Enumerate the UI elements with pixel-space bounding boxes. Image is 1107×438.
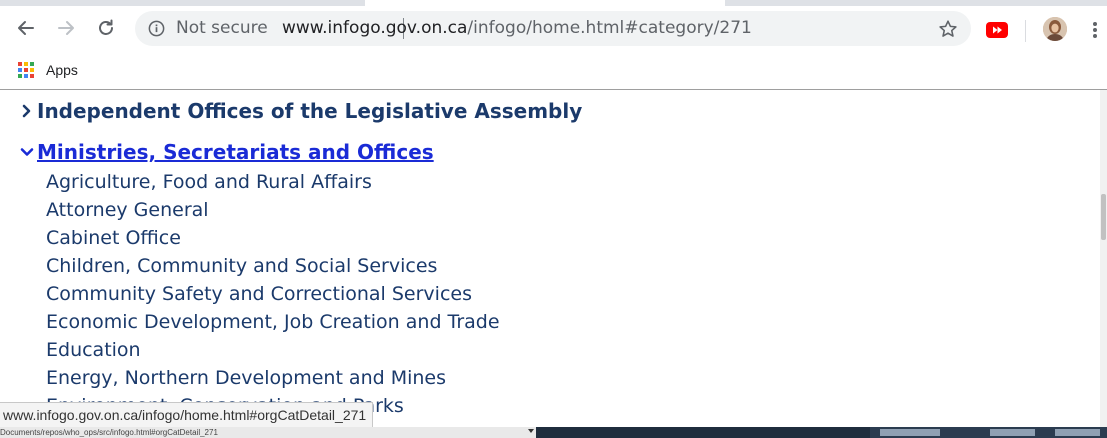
info-icon[interactable] — [147, 19, 166, 38]
ministry-link[interactable]: Energy, Northern Development and Mines — [46, 364, 500, 392]
dropdown-caret-icon[interactable] — [528, 429, 534, 433]
ministry-link[interactable]: Economic Development, Job Creation and T… — [46, 308, 500, 336]
apps-bookmark[interactable]: Apps — [18, 59, 78, 81]
apps-grid-dot — [24, 74, 28, 78]
more-menu-icon[interactable] — [1088, 19, 1102, 41]
back-button[interactable] — [12, 14, 40, 42]
page-scrollbar[interactable] — [1100, 90, 1107, 438]
apps-grid-dot — [24, 68, 28, 72]
scrollbar-thumb[interactable] — [1101, 194, 1106, 240]
os-toolbar-button[interactable] — [880, 429, 940, 436]
apps-label: Apps — [46, 62, 78, 78]
ministry-link[interactable]: Attorney General — [46, 196, 500, 224]
os-path-field[interactable]: Documents/repos/who_ops/src/infogo.html#… — [0, 427, 536, 438]
ministry-link[interactable]: Community Safety and Correctional Servic… — [46, 280, 500, 308]
ministry-link[interactable]: Agriculture, Food and Rural Affairs — [46, 168, 500, 196]
os-path-text: Documents/repos/who_ops/src/infogo.html#… — [0, 428, 218, 437]
apps-grid-dot — [18, 62, 22, 66]
profile-photo-icon — [1043, 17, 1067, 41]
url-path: /infogo/home.html#category/271 — [467, 18, 752, 38]
toolbar-divider — [1025, 20, 1026, 42]
bookmarks-bar: Apps — [0, 52, 1107, 90]
apps-grid-dot — [30, 68, 34, 72]
link-status-bubble: www.infogo.gov.on.ca/infogo/home.html#or… — [0, 402, 374, 428]
section-ministries[interactable]: Ministries, Secretariats and Offices — [20, 140, 434, 164]
reload-button[interactable] — [92, 14, 120, 42]
profile-avatar[interactable] — [1043, 17, 1067, 41]
chevron-down-icon — [20, 148, 34, 156]
security-status[interactable]: Not secure — [176, 18, 268, 38]
forward-button[interactable] — [52, 14, 80, 42]
ministry-link[interactable]: Children, Community and Social Services — [46, 252, 500, 280]
section-label: Ministries, Secretariats and Offices — [37, 140, 434, 164]
os-toolbar-area — [870, 427, 1107, 438]
ministry-link[interactable]: Cabinet Office — [46, 224, 500, 252]
address-bar[interactable]: Not secure www.infogo.gov.on.ca/infogo/h… — [135, 11, 971, 46]
apps-grid-dot — [30, 62, 34, 66]
url-text[interactable]: www.infogo.gov.on.ca/infogo/home.html#ca… — [282, 18, 752, 38]
browser-toolbar: Not secure www.infogo.gov.on.ca/infogo/h… — [0, 6, 1107, 52]
os-toolbar-button[interactable] — [990, 429, 1035, 436]
os-toolbar-button[interactable] — [1055, 429, 1100, 436]
apps-grid-dot — [18, 74, 22, 78]
os-taskbar: Documents/repos/who_ops/src/infogo.html#… — [0, 427, 1107, 438]
apps-grid-dot — [24, 62, 28, 66]
reload-icon — [99, 19, 113, 35]
ministry-link[interactable]: Education — [46, 336, 500, 364]
section-independent-offices[interactable]: Independent Offices of the Legislative A… — [20, 99, 582, 123]
section-label: Independent Offices of the Legislative A… — [37, 99, 583, 123]
chevron-right-icon — [22, 104, 31, 118]
youtube-extension-icon[interactable] — [986, 22, 1008, 38]
page-content: Independent Offices of the Legislative A… — [0, 90, 1100, 438]
forward-arrow-icon — [58, 21, 74, 35]
apps-grid-dot — [18, 68, 22, 72]
apps-grid-icon — [18, 62, 34, 78]
back-arrow-icon — [18, 21, 34, 35]
bookmark-star-icon[interactable] — [937, 18, 959, 40]
ministry-list: Agriculture, Food and Rural Affairs Atto… — [46, 168, 500, 420]
apps-grid-dot — [30, 74, 34, 78]
url-host: www.infogo.gov.on.ca — [282, 18, 468, 38]
